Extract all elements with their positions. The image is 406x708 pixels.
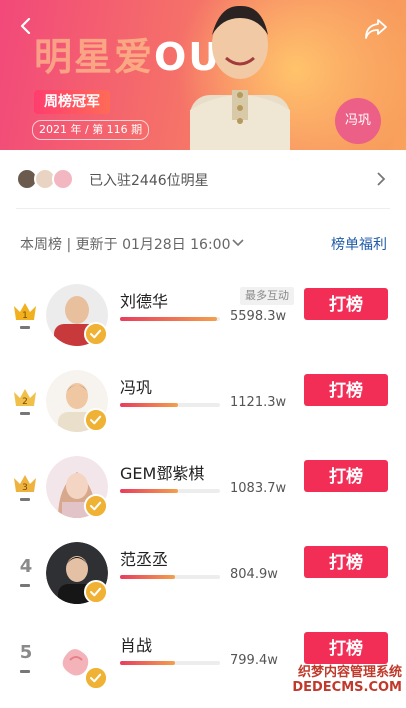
ranking-row[interactable]: 2 冯巩 1121.3w 打榜	[0, 364, 406, 450]
score-value: 1083.7w	[230, 481, 287, 496]
verified-check-icon	[84, 666, 108, 690]
crown-icon: 2	[14, 389, 36, 407]
crown-icon: 3	[14, 475, 36, 493]
verified-check-icon	[84, 494, 108, 518]
chevron-right-icon	[377, 172, 386, 186]
star-name[interactable]: GEM鄧紫棋	[120, 460, 204, 484]
vote-button[interactable]: 打榜	[304, 632, 388, 664]
star-name[interactable]: 冯巩	[120, 374, 152, 398]
champion-photo	[190, 5, 290, 150]
rank-change-dash	[20, 326, 30, 329]
hero-banner: 明星爱OU榜 周榜冠军 2021 年 / 第 116 期 冯巩	[0, 0, 406, 150]
board-header: 本周榜 | 更新于 01月28日 16:00 榜单福利	[0, 228, 406, 256]
share-icon[interactable]	[364, 18, 388, 40]
rank-change-dash	[20, 412, 30, 415]
score-progress-bar	[120, 575, 220, 579]
rank-change-dash	[20, 670, 30, 673]
rank-change-dash	[20, 584, 30, 587]
score-progress-fill	[120, 403, 178, 407]
board-benefit-link[interactable]: 榜单福利	[331, 234, 387, 254]
week-issue-tag: 2021 年 / 第 116 期	[32, 120, 150, 140]
verified-check-icon	[84, 322, 108, 346]
vote-button[interactable]: 打榜	[304, 288, 388, 320]
most-interaction-tag: 最多互动	[240, 287, 294, 305]
score-progress-bar	[120, 317, 220, 321]
watermark-line1: 织梦内容管理系统	[292, 665, 402, 682]
vote-button[interactable]: 打榜	[304, 546, 388, 578]
star-name[interactable]: 刘德华	[120, 288, 168, 312]
star-name[interactable]: 肖战	[120, 632, 152, 656]
score-progress-fill	[120, 661, 175, 665]
rank-change-dash	[20, 498, 30, 501]
divider	[16, 208, 390, 209]
watermark-line2: DEDECMS.COM	[292, 680, 402, 696]
joined-stars-entry[interactable]: 已入驻2446位明星	[0, 150, 406, 208]
score-progress-fill	[120, 489, 178, 493]
ranking-row[interactable]: 4 范丞丞 804.9w 打榜	[0, 536, 406, 622]
weekly-champion-badge: 周榜冠军	[34, 90, 110, 114]
star-name[interactable]: 范丞丞	[120, 546, 168, 570]
score-progress-fill	[120, 575, 175, 579]
ranking-row[interactable]: 1 刘德华 最多互动 5598.3w 打榜	[0, 278, 406, 364]
vote-button[interactable]: 打榜	[304, 460, 388, 492]
mini-avatar	[52, 168, 74, 190]
score-value: 5598.3w	[230, 309, 287, 324]
verified-check-icon	[84, 580, 108, 604]
score-progress-bar	[120, 661, 220, 665]
score-progress-fill	[120, 317, 217, 321]
rank-number: 1	[22, 311, 28, 321]
score-progress-bar	[120, 403, 220, 407]
rank-number: 2	[22, 397, 28, 407]
rank-number: 3	[22, 483, 28, 493]
crown-icon: 1	[14, 303, 36, 321]
back-icon[interactable]	[18, 18, 34, 34]
score-value: 804.9w	[230, 567, 278, 582]
rank-number: 5	[19, 642, 33, 663]
hero-title-faded: 明星爱	[34, 35, 155, 79]
champion-name-bubble[interactable]: 冯巩	[335, 98, 381, 144]
chevron-down-icon[interactable]	[232, 239, 244, 247]
watermark: 织梦内容管理系统 DEDECMS.COM	[292, 665, 402, 696]
vote-button[interactable]: 打榜	[304, 374, 388, 406]
rank-number: 4	[19, 556, 33, 577]
score-value: 799.4w	[230, 653, 278, 668]
verified-check-icon	[84, 408, 108, 432]
ranking-row[interactable]: 3 GEM鄧紫棋 1083.7w 打榜	[0, 450, 406, 536]
score-progress-bar	[120, 489, 220, 493]
board-period-selector[interactable]: 本周榜 | 更新于 01月28日 16:00	[20, 234, 231, 254]
joined-stars-count: 已入驻2446位明星	[89, 173, 209, 189]
score-value: 1121.3w	[230, 395, 287, 410]
